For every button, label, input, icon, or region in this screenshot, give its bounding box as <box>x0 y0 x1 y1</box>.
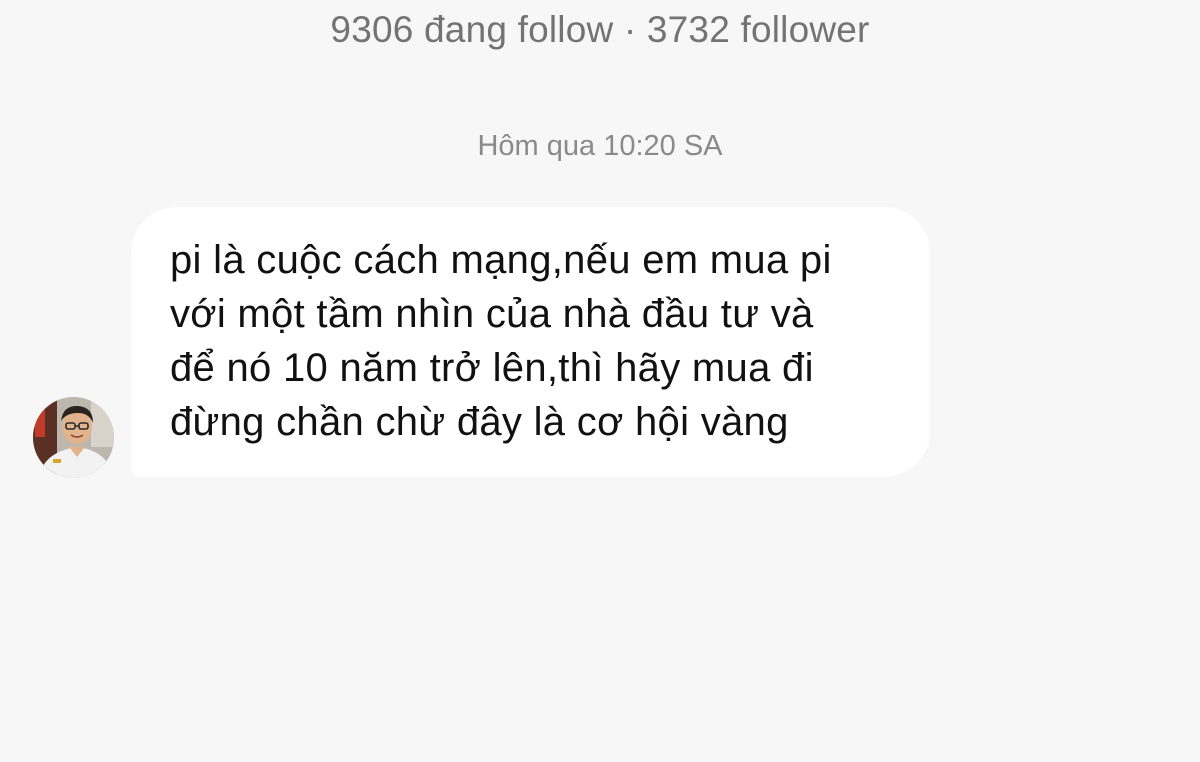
message-line: pi là cuộc cách mạng,nếu em mua pi <box>170 238 832 282</box>
message-line: đừng chần chừ đây là cơ hội vàng <box>170 400 789 444</box>
message-bubble[interactable]: pi là cuộc cách mạng,nếu em mua pi với m… <box>131 207 930 477</box>
message-text: pi là cuộc cách mạng,nếu em mua pi với m… <box>170 233 900 449</box>
message-line: với một tầm nhìn của nhà đầu tư và <box>170 292 814 336</box>
sender-avatar[interactable] <box>33 397 114 478</box>
avatar-photo-icon <box>33 397 114 478</box>
received-message-row: pi là cuộc cách mạng,nếu em mua pi với m… <box>0 0 1200 762</box>
message-line: để nó 10 năm trở lên,thì hãy mua đi <box>170 346 814 390</box>
